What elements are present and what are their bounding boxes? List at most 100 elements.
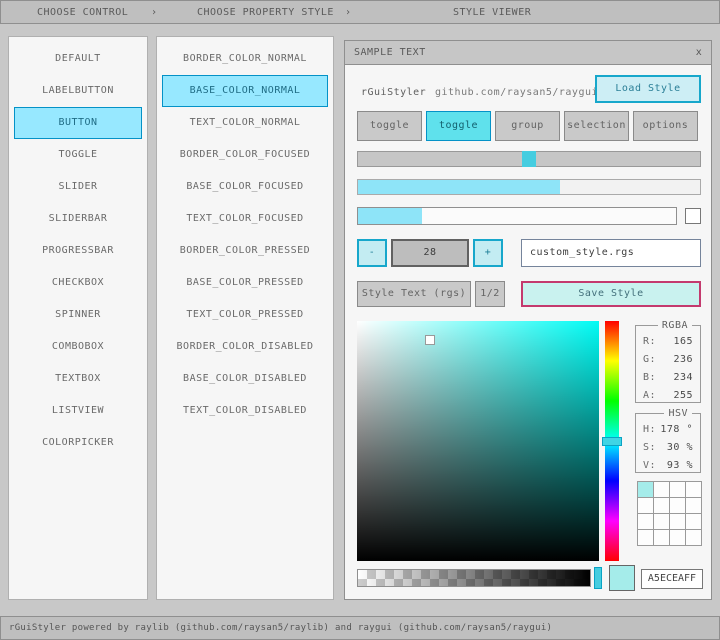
hsv-title: HSV xyxy=(664,408,692,419)
property-item-text-color-normal[interactable]: TEXT_COLOR_NORMAL xyxy=(162,107,328,139)
h-value: 178 ° xyxy=(660,421,693,438)
h-label: H: xyxy=(643,421,656,438)
property-item-border-color-focused[interactable]: BORDER_COLOR_FOCUSED xyxy=(162,139,328,171)
property-item-base-color-disabled[interactable]: BASE_COLOR_DISABLED xyxy=(162,363,328,395)
g-label: G: xyxy=(643,351,656,368)
property-item-text-color-focused[interactable]: TEXT_COLOR_FOCUSED xyxy=(162,203,328,235)
window-title: SAMPLE TEXT xyxy=(354,47,426,58)
load-style-button[interactable]: Load Style xyxy=(595,75,701,103)
swatch-cell[interactable] xyxy=(685,497,702,514)
repo-url-label: github.com/raysan5/raygui xyxy=(435,87,598,98)
status-bar-text: rGuiStyler powered by raylib (github.com… xyxy=(9,623,552,633)
section-style-viewer: STYLE VIEWER xyxy=(453,7,531,18)
alpha-slider[interactable] xyxy=(357,569,591,587)
r-value: 165 xyxy=(673,333,693,350)
swatch-cell[interactable] xyxy=(637,529,654,546)
section-choose-property-style: CHOOSE PROPERTY STYLE xyxy=(197,7,334,18)
control-item-button[interactable]: BUTTON xyxy=(14,107,142,139)
chevron-right-icon: › xyxy=(151,7,158,18)
section-choose-control: CHOOSE CONTROL xyxy=(37,7,128,18)
a-label: A: xyxy=(643,387,656,404)
toggle-sample-1[interactable]: toggle xyxy=(357,111,422,141)
control-item-toggle[interactable]: TOGGLE xyxy=(14,139,142,171)
swatch-cell[interactable] xyxy=(653,529,670,546)
save-style-button[interactable]: Save Style xyxy=(521,281,701,307)
property-item-text-color-disabled[interactable]: TEXT_COLOR_DISABLED xyxy=(162,395,328,427)
property-item-base-color-normal[interactable]: BASE_COLOR_NORMAL xyxy=(162,75,328,107)
control-item-default[interactable]: DEFAULT xyxy=(14,43,142,75)
spinner-increment-button[interactable]: + xyxy=(473,239,503,267)
page-indicator-button[interactable]: 1/2 xyxy=(475,281,505,307)
filename-textbox[interactable]: custom_style.rgs xyxy=(521,239,701,267)
style-text-export-button[interactable]: Style Text (rgs) xyxy=(357,281,471,307)
swatch-cell[interactable] xyxy=(637,497,654,514)
swatch-cell[interactable] xyxy=(669,497,686,514)
swatch-cell[interactable] xyxy=(669,481,686,498)
rgba-row-g: G: 236 xyxy=(636,351,700,368)
close-icon[interactable]: x xyxy=(691,45,707,61)
color-swatch-grid xyxy=(637,481,701,545)
alpha-slider-handle[interactable] xyxy=(594,567,602,589)
status-bar: rGuiStyler powered by raylib (github.com… xyxy=(0,616,720,640)
swatch-cell[interactable] xyxy=(685,513,702,530)
s-value: 30 % xyxy=(667,439,693,456)
toggle-group[interactable]: group xyxy=(495,111,560,141)
hue-handle[interactable] xyxy=(602,437,622,446)
property-item-border-color-disabled[interactable]: BORDER_COLOR_DISABLED xyxy=(162,331,328,363)
property-item-base-color-pressed[interactable]: BASE_COLOR_PRESSED xyxy=(162,267,328,299)
toggle-selection[interactable]: selection xyxy=(564,111,629,141)
sample-slider[interactable] xyxy=(357,151,701,167)
swatch-cell[interactable] xyxy=(653,497,670,514)
r-label: R: xyxy=(643,333,656,350)
swatch-cell[interactable] xyxy=(653,513,670,530)
control-item-progressbar[interactable]: PROGRESSBAR xyxy=(14,235,142,267)
saturation-value-picker[interactable] xyxy=(357,321,599,561)
spinner-decrement-button[interactable]: - xyxy=(357,239,387,267)
swatch-cell[interactable] xyxy=(685,529,702,546)
swatch-cell[interactable] xyxy=(685,481,702,498)
window-titlebar[interactable]: SAMPLE TEXT xyxy=(345,41,711,65)
property-item-border-color-pressed[interactable]: BORDER_COLOR_PRESSED xyxy=(162,235,328,267)
slider-handle[interactable] xyxy=(522,151,536,167)
sliderbar-fill xyxy=(358,208,422,224)
a-value: 255 xyxy=(673,387,693,404)
current-color-swatch xyxy=(609,565,635,591)
control-item-combobox[interactable]: COMBOBOX xyxy=(14,331,142,363)
sample-sliderbar[interactable] xyxy=(357,207,677,225)
sv-cursor[interactable] xyxy=(425,335,435,345)
hex-color-textbox[interactable]: A5ECEAFF xyxy=(641,569,703,589)
hsv-group-box: HSV H: 178 ° S: 30 % V: 93 % xyxy=(635,413,701,473)
rgba-row-b: B: 234 xyxy=(636,369,700,386)
control-item-listview[interactable]: LISTVIEW xyxy=(14,395,142,427)
v-label: V: xyxy=(643,457,656,474)
property-item-base-color-focused[interactable]: BASE_COLOR_FOCUSED xyxy=(162,171,328,203)
v-value: 93 % xyxy=(667,457,693,474)
control-item-textbox[interactable]: TEXTBOX xyxy=(14,363,142,395)
property-item-border-color-normal[interactable]: BORDER_COLOR_NORMAL xyxy=(162,43,328,75)
rguistyler-app: CHOOSE CONTROL › CHOOSE PROPERTY STYLE ›… xyxy=(0,0,720,640)
swatch-cell[interactable] xyxy=(653,481,670,498)
control-item-slider[interactable]: SLIDER xyxy=(14,171,142,203)
swatch-cell[interactable] xyxy=(637,513,654,530)
toggle-sample-2-active[interactable]: toggle xyxy=(426,111,491,141)
swatch-cell[interactable] xyxy=(669,529,686,546)
rgba-row-a: A: 255 xyxy=(636,387,700,404)
swatch-cell[interactable] xyxy=(669,513,686,530)
rgba-row-r: R: 165 xyxy=(636,333,700,350)
control-item-sliderbar[interactable]: SLIDERBAR xyxy=(14,203,142,235)
b-value: 234 xyxy=(673,369,693,386)
property-item-text-color-pressed[interactable]: TEXT_COLOR_PRESSED xyxy=(162,299,328,331)
hsv-row-h: H: 178 ° xyxy=(636,421,700,438)
hue-slider[interactable] xyxy=(605,321,619,561)
alpha-gradient-overlay xyxy=(358,570,590,586)
control-item-labelbutton[interactable]: LABELBUTTON xyxy=(14,75,142,107)
control-item-colorpicker[interactable]: COLORPICKER xyxy=(14,427,142,459)
brand-label: rGuiStyler xyxy=(361,87,426,98)
sample-progressbar xyxy=(357,179,701,195)
control-item-spinner[interactable]: SPINNER xyxy=(14,299,142,331)
spinner-value-box[interactable]: 28 xyxy=(391,239,469,267)
swatch-cell[interactable] xyxy=(637,481,654,498)
sample-checkbox[interactable] xyxy=(685,208,701,224)
toggle-options[interactable]: options xyxy=(633,111,698,141)
control-item-checkbox[interactable]: CHECKBOX xyxy=(14,267,142,299)
